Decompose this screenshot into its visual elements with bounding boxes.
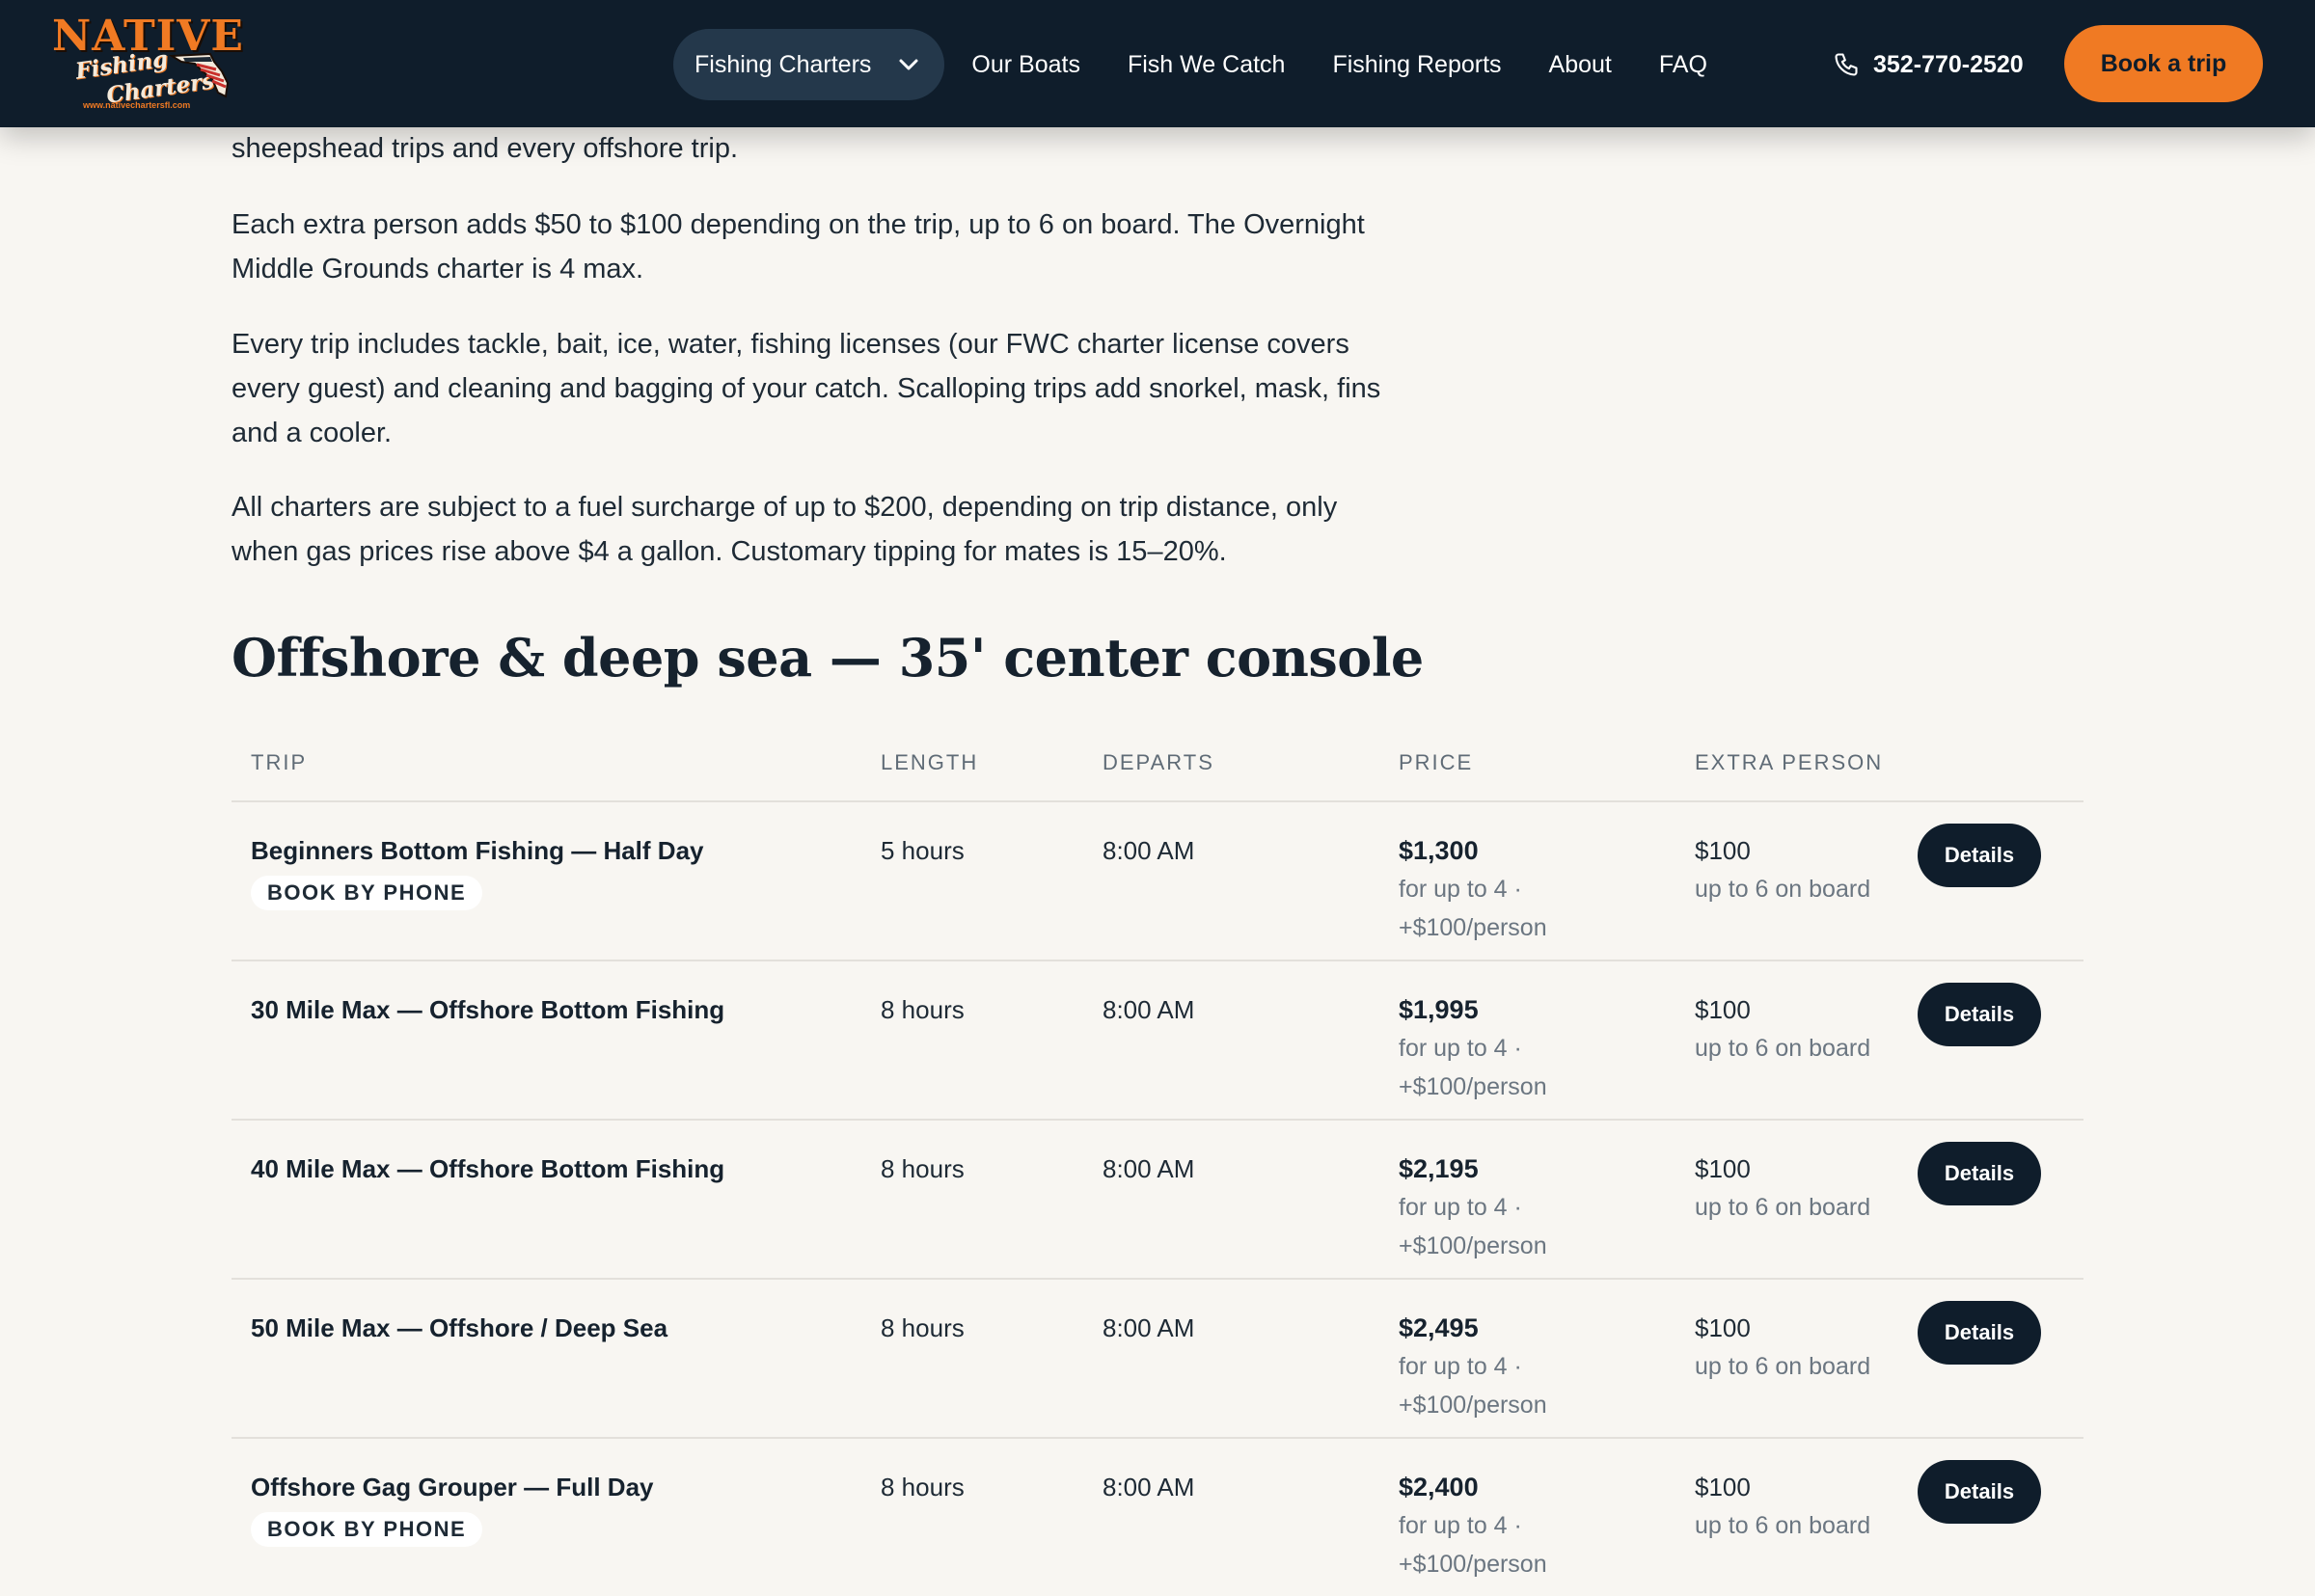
trip-name[interactable]: 50 Mile Max — Offshore / Deep Sea [251, 1309, 667, 1347]
paragraph-intro-tail: sheepshead trips and every offshore trip… [232, 133, 739, 164]
extra-person-cell: $100 up to 6 on board [1695, 831, 1870, 908]
trip-cell: Offshore Gag Grouper — Full Day BOOK BY … [251, 1468, 654, 1547]
length-cell: 8 hours [881, 995, 965, 1024]
details-button[interactable]: Details [1918, 824, 2041, 887]
trip-cell: 30 Mile Max — Offshore Bottom Fishing [251, 990, 724, 1029]
nav-about[interactable]: About [1549, 29, 1612, 100]
section-title: Offshore & deep sea — 35' center console [232, 627, 1424, 689]
table-row: 50 Mile Max — Offshore / Deep Sea 8 hour… [232, 1280, 2084, 1439]
extra-person-price: $100 [1695, 836, 1751, 865]
chevron-down-icon [898, 58, 919, 71]
extra-person-note: up to 6 on board [1695, 1512, 1871, 1539]
price-cell: $2,495 for up to 4 · +$100/person [1399, 1309, 1547, 1424]
trip-cell: 50 Mile Max — Offshore / Deep Sea [251, 1309, 667, 1347]
book-by-phone-badge: BOOK BY PHONE [251, 1512, 483, 1547]
nav-fish-we-catch[interactable]: Fish We Catch [1128, 29, 1285, 100]
price-note: for up to 4 · [1399, 1035, 1522, 1062]
nav-fishing-charters-label: Fishing Charters [694, 50, 872, 78]
phone-icon [1833, 51, 1860, 78]
departs-cell: 8:00 AM [1103, 1154, 1195, 1183]
table-header: TRIP LENGTH DEPARTS PRICE EXTRA PERSON [232, 733, 2084, 802]
price-cell: $1,300 for up to 4 · +$100/person [1399, 831, 1547, 947]
price-note-extra: +$100/person [1399, 1232, 1547, 1259]
phone-link[interactable]: 352-770-2520 [1833, 29, 2024, 100]
extra-person-note: up to 6 on board [1695, 876, 1871, 903]
price-note: for up to 4 · [1399, 1194, 1522, 1221]
site-header: NATIVE Fishing Charters www.nativecharte… [0, 0, 2315, 127]
book-a-trip-button[interactable]: Book a trip [2064, 25, 2263, 102]
header-departs: DEPARTS [1103, 750, 1214, 774]
extra-person-cell: $100 up to 6 on board [1695, 990, 1870, 1068]
trip-name[interactable]: Offshore Gag Grouper — Full Day [251, 1468, 654, 1506]
price-note-extra: +$100/person [1399, 1073, 1547, 1100]
main-nav: Fishing Charters Our Boats Fish We Catch… [673, 29, 1755, 100]
departs-cell: 8:00 AM [1103, 995, 1195, 1024]
trip-name[interactable]: 40 Mile Max — Offshore Bottom Fishing [251, 1150, 724, 1188]
florida-flag-icon [168, 52, 230, 98]
site-logo[interactable]: NATIVE Fishing Charters www.nativecharte… [52, 12, 250, 112]
details-button[interactable]: Details [1918, 983, 2041, 1046]
paragraph-extra-person: Each extra person adds $50 to $100 depen… [232, 209, 1365, 284]
length-cell: 8 hours [881, 1313, 965, 1342]
table-row: Beginners Bottom Fishing — Half Day BOOK… [232, 802, 2084, 961]
phone-number: 352-770-2520 [1873, 50, 2024, 78]
length-cell: 8 hours [881, 1473, 965, 1501]
price-cell: $2,400 for up to 4 · +$100/person [1399, 1468, 1547, 1583]
price-note-extra: +$100/person [1399, 1551, 1547, 1578]
price-value: $2,195 [1399, 1154, 1479, 1183]
extra-person-price: $100 [1695, 995, 1751, 1024]
header-extra-person: EXTRA PERSON [1695, 750, 1884, 774]
nav-faq[interactable]: FAQ [1659, 29, 1707, 100]
nav-fishing-charters[interactable]: Fishing Charters [673, 29, 945, 100]
trip-cell: Beginners Bottom Fishing — Half Day BOOK… [251, 831, 704, 910]
trip-cell: 40 Mile Max — Offshore Bottom Fishing [251, 1150, 724, 1188]
details-button[interactable]: Details [1918, 1460, 2041, 1524]
extra-person-cell: $100 up to 6 on board [1695, 1468, 1870, 1545]
price-value: $2,495 [1399, 1313, 1479, 1342]
price-note-extra: +$100/person [1399, 1392, 1547, 1419]
price-cell: $1,995 for up to 4 · +$100/person [1399, 990, 1547, 1106]
length-cell: 5 hours [881, 836, 965, 865]
price-value: $1,995 [1399, 995, 1479, 1024]
trip-name[interactable]: Beginners Bottom Fishing — Half Day [251, 831, 704, 870]
extra-person-cell: $100 up to 6 on board [1695, 1309, 1870, 1386]
paragraph-trip-includes: Every trip includes tackle, bait, ice, w… [232, 329, 1381, 448]
price-note: for up to 4 · [1399, 1512, 1522, 1539]
departs-cell: 8:00 AM [1103, 1313, 1195, 1342]
extra-person-price: $100 [1695, 1473, 1751, 1501]
header-length: LENGTH [881, 750, 979, 774]
book-by-phone-badge: BOOK BY PHONE [251, 876, 483, 910]
departs-cell: 8:00 AM [1103, 836, 1195, 865]
logo-url-text: www.nativechartersfl.com [83, 100, 191, 110]
extra-person-note: up to 6 on board [1695, 1353, 1871, 1380]
price-note: for up to 4 · [1399, 876, 1522, 903]
trips-table: TRIP LENGTH DEPARTS PRICE EXTRA PERSON B… [232, 733, 2084, 1596]
price-note: for up to 4 · [1399, 1353, 1522, 1380]
extra-person-cell: $100 up to 6 on board [1695, 1150, 1870, 1227]
nav-fishing-reports[interactable]: Fishing Reports [1332, 29, 1501, 100]
details-button[interactable]: Details [1918, 1301, 2041, 1365]
price-note-extra: +$100/person [1399, 914, 1547, 941]
table-row: Offshore Gag Grouper — Full Day BOOK BY … [232, 1439, 2084, 1596]
trip-name[interactable]: 30 Mile Max — Offshore Bottom Fishing [251, 990, 724, 1029]
departs-cell: 8:00 AM [1103, 1473, 1195, 1501]
extra-person-price: $100 [1695, 1313, 1751, 1342]
price-value: $2,400 [1399, 1473, 1479, 1501]
table-row: 30 Mile Max — Offshore Bottom Fishing 8 … [232, 961, 2084, 1121]
details-button[interactable]: Details [1918, 1142, 2041, 1205]
extra-person-price: $100 [1695, 1154, 1751, 1183]
nav-our-boats[interactable]: Our Boats [971, 29, 1080, 100]
table-row: 40 Mile Max — Offshore Bottom Fishing 8 … [232, 1121, 2084, 1280]
paragraph-fuel-surcharge: All charters are subject to a fuel surch… [232, 492, 1338, 567]
length-cell: 8 hours [881, 1154, 965, 1183]
extra-person-note: up to 6 on board [1695, 1035, 1871, 1062]
price-value: $1,300 [1399, 836, 1479, 865]
price-cell: $2,195 for up to 4 · +$100/person [1399, 1150, 1547, 1265]
extra-person-note: up to 6 on board [1695, 1194, 1871, 1221]
header-price: PRICE [1399, 750, 1474, 774]
header-trip: TRIP [251, 750, 308, 774]
